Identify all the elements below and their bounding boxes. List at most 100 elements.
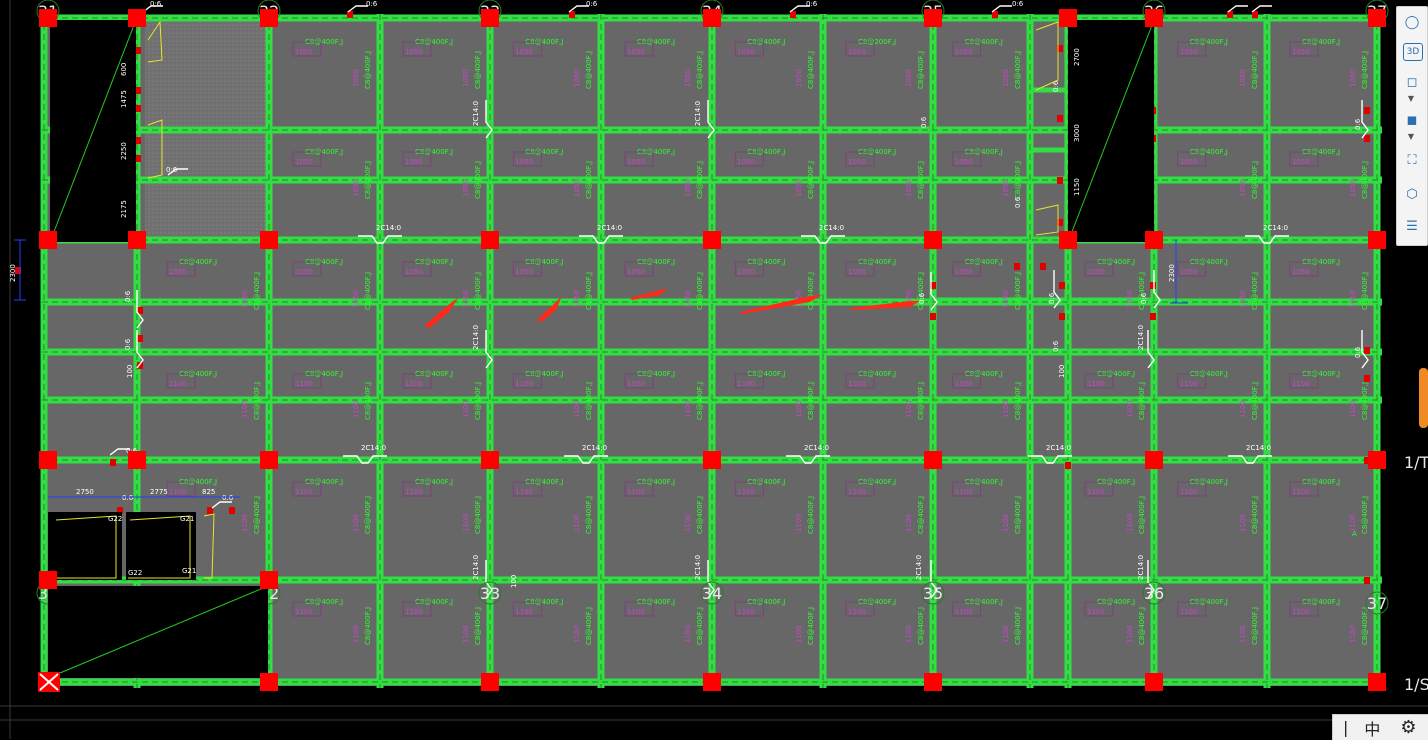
rebar-label: 1050 (352, 290, 360, 308)
axis-label-bottom: 37 (1367, 594, 1387, 613)
iso-cube-icon[interactable]: ⬡ (1400, 183, 1424, 205)
axis-label-bottom: 33 (480, 584, 500, 603)
scroll-thumb[interactable] (1419, 368, 1428, 428)
dim-right-2: 3000 (1073, 124, 1081, 142)
rebar-label: 0:6 (122, 494, 134, 502)
rebar-label: 1100 (1087, 608, 1105, 616)
layer-icon[interactable]: ☰ (1400, 215, 1424, 237)
cube-solid-icon[interactable]: ◼ (1400, 109, 1424, 131)
rebar-label: 1050 (684, 290, 692, 308)
rebar-label: 0:6 (586, 0, 598, 8)
rebar-label: 0:6 (366, 0, 378, 8)
column (39, 571, 57, 589)
rebar-label: 1050 (737, 268, 755, 276)
rebar-label: C8@400F,J (585, 496, 593, 534)
rebar-label: C8@400F,J (474, 51, 482, 89)
column (703, 673, 721, 691)
rebar-label: 1100 (684, 514, 692, 532)
rebar-label: 1100 (795, 514, 803, 532)
dim-right-1: 2700 (1073, 48, 1081, 66)
rebar-label: 1050 (737, 48, 755, 56)
rebar-label: 1050 (627, 48, 645, 56)
rebar-label: C8@400F,J (917, 607, 925, 645)
rebar-label: 1100 (1239, 400, 1247, 418)
rebar-label: 1100 (905, 514, 913, 532)
rebar-label: 1050 (1126, 290, 1134, 308)
column (1059, 231, 1077, 249)
rebar-label: 1050 (1292, 158, 1310, 166)
ime-language-button[interactable]: 中 (1364, 716, 1380, 740)
rebar-label: C8@400F,J (1014, 607, 1022, 645)
rebar-label: 1050 (955, 158, 973, 166)
rebar-label: 1100 (462, 400, 470, 418)
3d-view-icon[interactable]: 3D (1403, 43, 1423, 61)
rebar-label: C8@400F,J (807, 161, 815, 199)
cad-drawing-canvas[interactable]: C8@400F,J 1050 C8@400F,J 1050 C8@400F,J 1050 C… (0, 0, 1428, 739)
rebar-label: 1100 (1126, 400, 1134, 418)
rebar-label: C8@400F,J (1251, 382, 1259, 420)
zoom-extents-icon[interactable]: ⛶ (1400, 149, 1424, 171)
rebar-label: 1050 (515, 48, 533, 56)
orbit-icon[interactable]: ◯ (1400, 11, 1424, 33)
dim-stair-4: 2175 (120, 200, 128, 218)
rebar-label: 1100 (1087, 488, 1105, 496)
rebar-label: C8@400F,J (1251, 161, 1259, 199)
rebar-label: 1050 (1239, 290, 1247, 308)
rebar-label: 2C14:0 (1263, 224, 1288, 232)
rebar-label: 1100 (1349, 625, 1357, 643)
rebar-label: 1050 (515, 268, 533, 276)
rebar-label: 2C14:0 (361, 444, 386, 452)
rebar-label: 1100 (684, 400, 692, 418)
rebar-label: 1050 (1180, 48, 1198, 56)
rebar-label: 1050 (848, 158, 866, 166)
column (924, 231, 942, 249)
rebar-label: 0:6 (222, 494, 234, 502)
rebar-label: 0:6 (806, 0, 818, 8)
origin-marker (38, 672, 60, 692)
rebar-label: 1050 (405, 268, 423, 276)
chevron-down-icon[interactable]: ▼ (1406, 95, 1416, 103)
dim-right-bay: 2300 (1168, 264, 1176, 282)
rebar-label: C8@400F,J (364, 161, 372, 199)
rebar-label: 1100 (1239, 514, 1247, 532)
rebar-label: C8@400F,J (917, 382, 925, 420)
column (1368, 673, 1386, 691)
rebar-label: C8@400F,J (807, 382, 815, 420)
rebar-label: C8@400F,J (1361, 272, 1369, 310)
rebar-label: C8@400F,J (696, 51, 704, 89)
column (481, 451, 499, 469)
rebar-label: 1100 (573, 400, 581, 418)
rebar-label: 1100 (795, 400, 803, 418)
rebar-label: C8@400F,J (1361, 51, 1369, 89)
rebar-label: C8@400F,J (807, 272, 815, 310)
rebar-label: 1100 (1292, 380, 1310, 388)
rebar-label: 1050 (1292, 268, 1310, 276)
rebar-label: 1100 (1002, 625, 1010, 643)
rebar-label: 1050 (515, 158, 533, 166)
rebar-label: 2C14:0 (472, 325, 480, 350)
gear-icon[interactable]: ⚙ (1400, 717, 1416, 738)
dim-stair-1: 600 (120, 63, 128, 76)
dim-stair-2: 1475 (120, 90, 128, 108)
rebar-label: 2C14:0 (582, 444, 607, 452)
rebar-label: 2C14:0 (597, 224, 622, 232)
rebar-label: 1050 (955, 48, 973, 56)
rebar-label: 2C14:0 (804, 444, 829, 452)
ime-cursor: | (1343, 718, 1349, 737)
rebar-label: 1050 (905, 69, 913, 87)
chevron-down-icon[interactable]: ▼ (1406, 133, 1416, 141)
rebar-label: 2C14:0 (472, 555, 480, 580)
rebar-label: C8@400F,J (474, 272, 482, 310)
rebar-label: 2C14:0 (915, 555, 923, 580)
column (1368, 231, 1386, 249)
rebar-label: C8@400F,J (1251, 496, 1259, 534)
tag-g21-b: G21 (182, 567, 196, 575)
rebar-label: 0:6 (918, 292, 926, 304)
rebar-label: C8@400F,J (474, 161, 482, 199)
rebar-label: 1100 (955, 488, 973, 496)
rebar-label: 1100 (352, 514, 360, 532)
rebar-label: 1050 (1002, 179, 1010, 197)
cube-wire-icon[interactable]: ◻ (1400, 71, 1424, 93)
rebar-label: 1050 (1239, 69, 1247, 87)
column (703, 451, 721, 469)
